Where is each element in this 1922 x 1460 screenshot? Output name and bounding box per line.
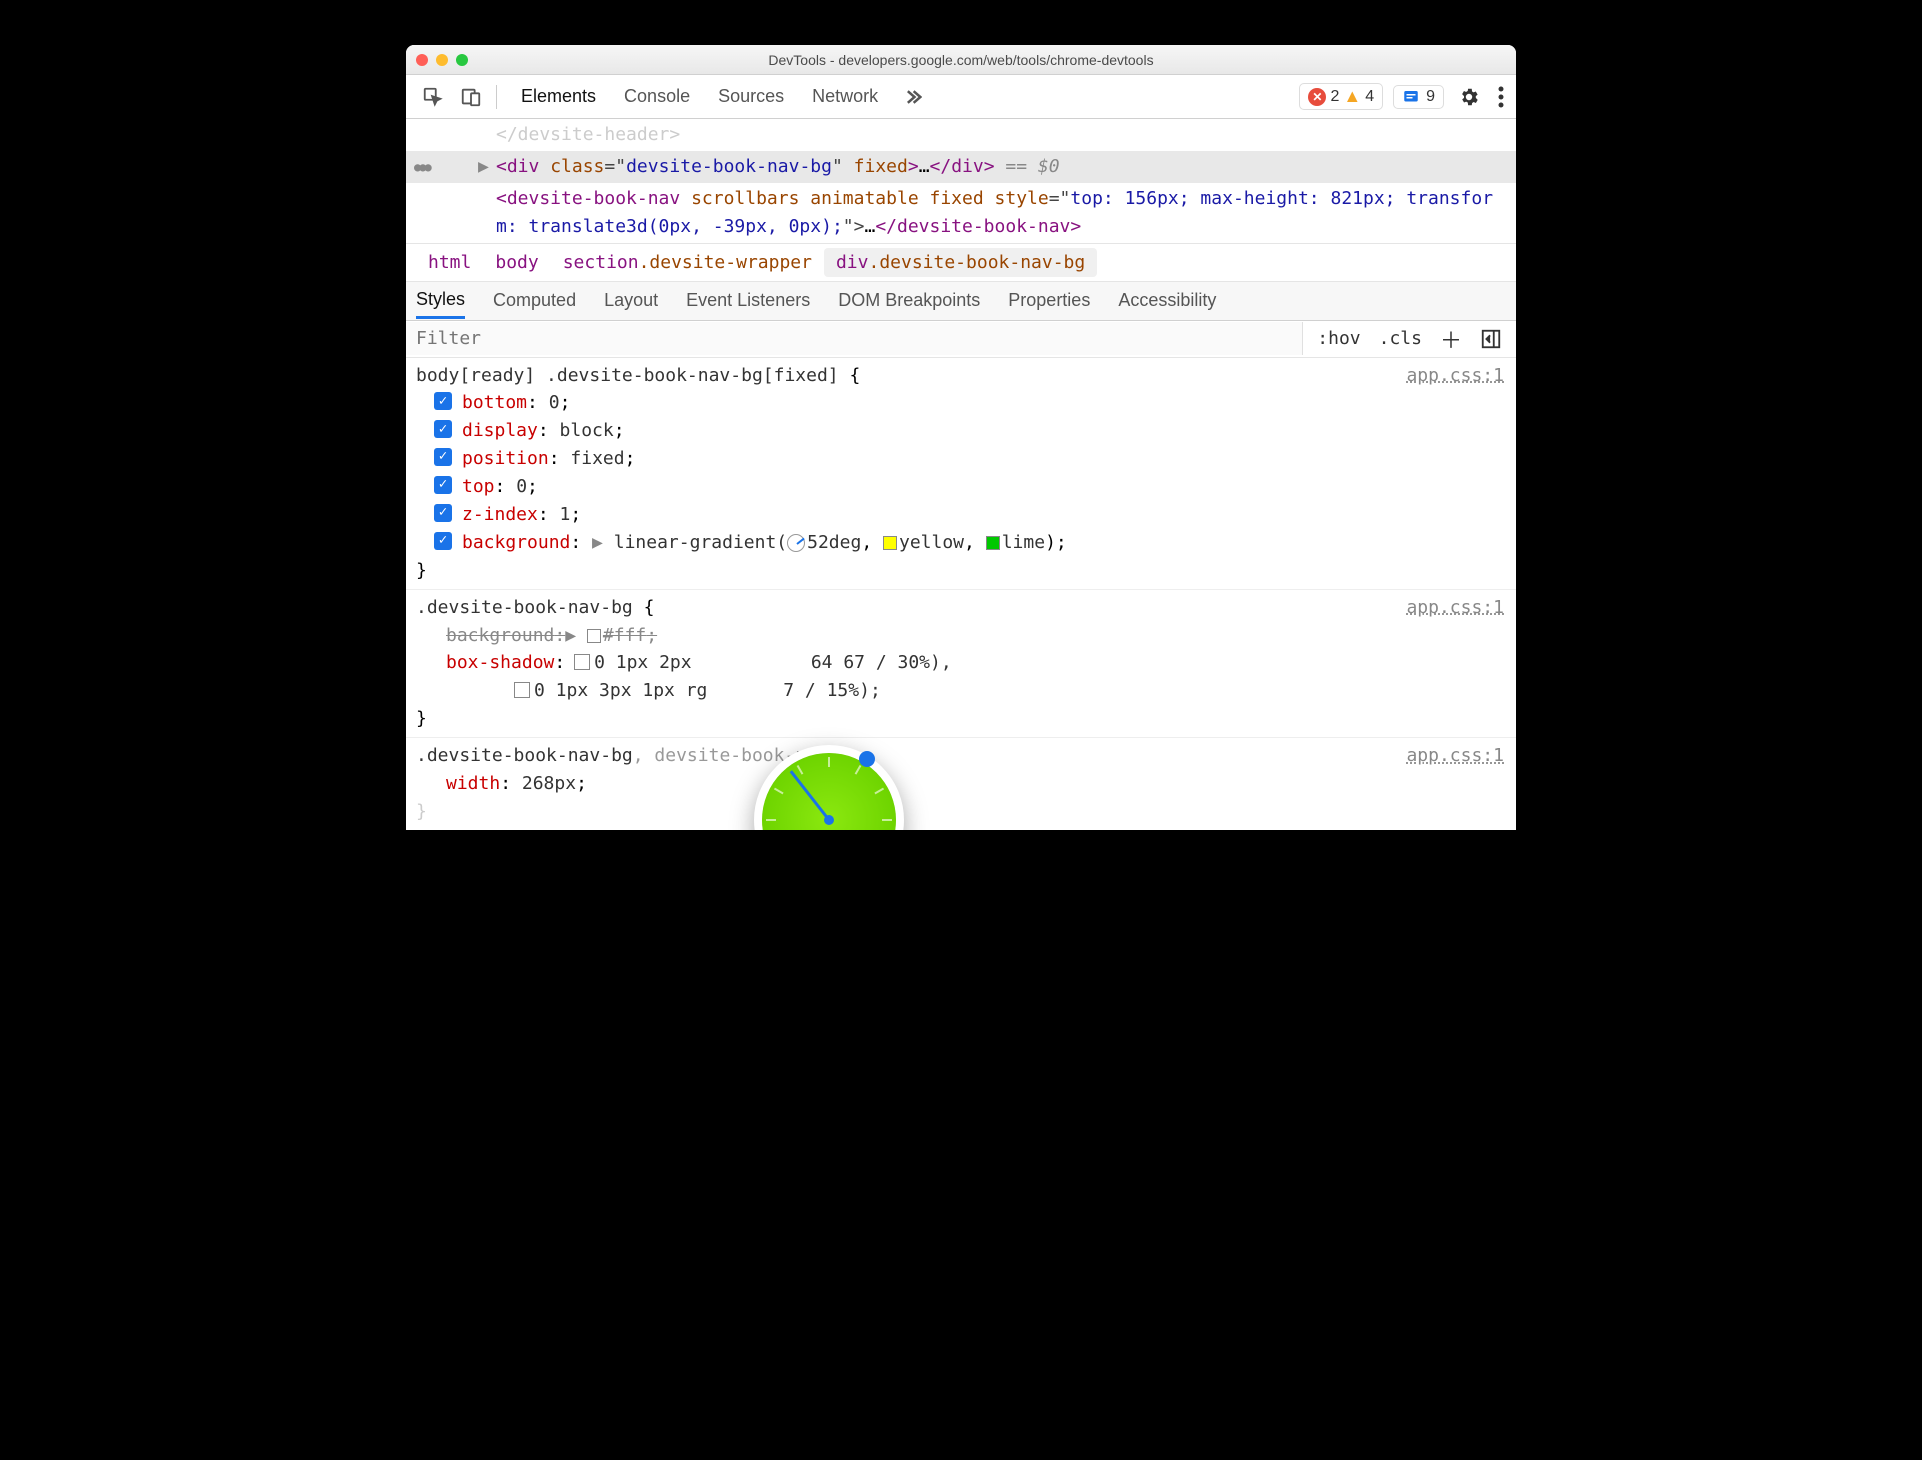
css-property[interactable]: top: 0;: [434, 473, 1504, 501]
expand-caret-icon[interactable]: ▶: [478, 153, 489, 181]
css-property[interactable]: z-index: 1;: [434, 501, 1504, 529]
error-warning-pill[interactable]: ✕ 2 ▲ 4: [1299, 83, 1383, 110]
clock-hand[interactable]: [790, 770, 831, 821]
shadow-swatch-icon[interactable]: [576, 656, 590, 670]
css-property[interactable]: display: block;: [434, 417, 1504, 445]
property-checkbox[interactable]: [434, 476, 452, 494]
breadcrumb-item[interactable]: body: [483, 248, 550, 277]
property-checkbox[interactable]: [434, 392, 452, 410]
style-rule[interactable]: body[ready] .devsite-book-nav-bg[fixed] …: [406, 358, 1516, 590]
warning-icon: ▲: [1343, 86, 1361, 107]
rule-selector[interactable]: .devsite-book-nav-bg: [416, 745, 633, 766]
styles-filter-input[interactable]: [406, 322, 1303, 355]
window-title: DevTools - developers.google.com/web/too…: [406, 52, 1516, 68]
css-property[interactable]: position: fixed;: [434, 445, 1504, 473]
tab-elements[interactable]: Elements: [521, 82, 596, 111]
styles-filter-row: :hov .cls ＋: [406, 321, 1516, 358]
dom-row-selected[interactable]: ▶ <div class="devsite-book-nav-bg" fixed…: [406, 151, 1516, 183]
angle-swatch-icon[interactable]: [787, 534, 805, 552]
rule-source-link[interactable]: app.css:1: [1406, 742, 1504, 770]
css-property[interactable]: bottom: 0;: [434, 389, 1504, 417]
styles-subtabs: Styles Computed Layout Event Listeners D…: [406, 281, 1516, 321]
subtab-dom-breakpoints[interactable]: DOM Breakpoints: [838, 284, 980, 317]
subtab-layout[interactable]: Layout: [604, 284, 658, 317]
issues-pill[interactable]: 9: [1393, 85, 1444, 109]
color-swatch-icon[interactable]: [986, 536, 1000, 550]
toolbar-right: ✕ 2 ▲ 4 9: [1299, 82, 1508, 112]
devtools-window: DevTools - developers.google.com/web/too…: [406, 45, 1516, 830]
property-checkbox[interactable]: [434, 448, 452, 466]
property-checkbox[interactable]: [434, 420, 452, 438]
subtab-accessibility[interactable]: Accessibility: [1118, 284, 1216, 317]
subtab-styles[interactable]: Styles: [416, 283, 465, 319]
breadcrumb-item-active[interactable]: div.devsite-book-nav-bg: [824, 248, 1097, 277]
css-property[interactable]: background: ▶ linear-gradient(52deg, yel…: [434, 529, 1504, 557]
more-tabs-icon[interactable]: [902, 87, 922, 107]
tab-network[interactable]: Network: [812, 82, 878, 111]
css-property[interactable]: box-shadow: 0 1px 2px XXXXXXXXXX64 67 / …: [434, 649, 1504, 705]
breadcrumb-item[interactable]: section.devsite-wrapper: [551, 248, 824, 277]
hov-button[interactable]: :hov: [1313, 326, 1364, 351]
error-count: 2: [1330, 88, 1339, 106]
dom-row[interactable]: </devsite-header>: [406, 119, 1516, 151]
color-swatch-icon[interactable]: [883, 536, 897, 550]
color-swatch-icon[interactable]: [587, 629, 601, 643]
main-toolbar: Elements Console Sources Network ✕ 2 ▲ 4…: [406, 75, 1516, 119]
breadcrumb-item[interactable]: html: [416, 248, 483, 277]
traffic-lights: [416, 54, 468, 66]
issues-icon: [1402, 88, 1420, 106]
clock-hand-knob[interactable]: [859, 751, 875, 767]
property-checkbox[interactable]: [434, 532, 452, 550]
clock-center-icon: [824, 815, 834, 825]
tab-sources[interactable]: Sources: [718, 82, 784, 111]
inspect-icon[interactable]: [414, 82, 452, 112]
clock-face[interactable]: [762, 753, 896, 830]
maximize-icon[interactable]: [456, 54, 468, 66]
toolbar-divider: [496, 85, 497, 109]
css-property[interactable]: background:▶ #fff;: [434, 622, 1504, 650]
minimize-icon[interactable]: [436, 54, 448, 66]
tab-console[interactable]: Console: [624, 82, 690, 111]
rule-selector[interactable]: .devsite-book-nav-bg: [416, 594, 633, 622]
cls-button[interactable]: .cls: [1375, 326, 1426, 351]
device-toggle-icon[interactable]: [452, 82, 490, 112]
expand-caret-icon[interactable]: ▶: [581, 532, 614, 553]
rule-source-link[interactable]: app.css:1: [1406, 362, 1504, 390]
error-icon: ✕: [1308, 88, 1326, 106]
subtab-computed[interactable]: Computed: [493, 284, 576, 317]
issues-count: 9: [1426, 88, 1435, 106]
kebab-menu-icon[interactable]: [1494, 82, 1508, 112]
dom-row[interactable]: <devsite-book-nav scrollbars animatable …: [406, 183, 1516, 243]
close-icon[interactable]: [416, 54, 428, 66]
css-property[interactable]: width: 268px;: [434, 770, 1504, 798]
subtab-event-listeners[interactable]: Event Listeners: [686, 284, 810, 317]
property-checkbox[interactable]: [434, 504, 452, 522]
titlebar: DevTools - developers.google.com/web/too…: [406, 45, 1516, 75]
breadcrumb: html body section.devsite-wrapper div.de…: [406, 243, 1516, 281]
computed-toggle-icon[interactable]: [1476, 326, 1506, 352]
dom-tree[interactable]: </devsite-header> ▶ <div class="devsite-…: [406, 119, 1516, 243]
rule-selector[interactable]: body[ready] .devsite-book-nav-bg[fixed]: [416, 362, 839, 390]
styles-rules: body[ready] .devsite-book-nav-bg[fixed] …: [406, 358, 1516, 830]
panel-tabs: Elements Console Sources Network: [521, 82, 878, 111]
style-rule[interactable]: .devsite-book-nav-bg { app.css:1 backgro…: [406, 590, 1516, 738]
shadow-swatch-icon[interactable]: [516, 684, 530, 698]
style-rule[interactable]: .devsite-book-nav-bg, devsite-book-nav {…: [406, 738, 1516, 830]
subtab-properties[interactable]: Properties: [1008, 284, 1090, 317]
warning-count: 4: [1365, 88, 1374, 106]
expand-caret-icon[interactable]: ▶: [565, 625, 587, 646]
new-rule-icon[interactable]: ＋: [1436, 321, 1466, 357]
rule-source-link[interactable]: app.css:1: [1406, 594, 1504, 622]
settings-icon[interactable]: [1454, 82, 1484, 112]
